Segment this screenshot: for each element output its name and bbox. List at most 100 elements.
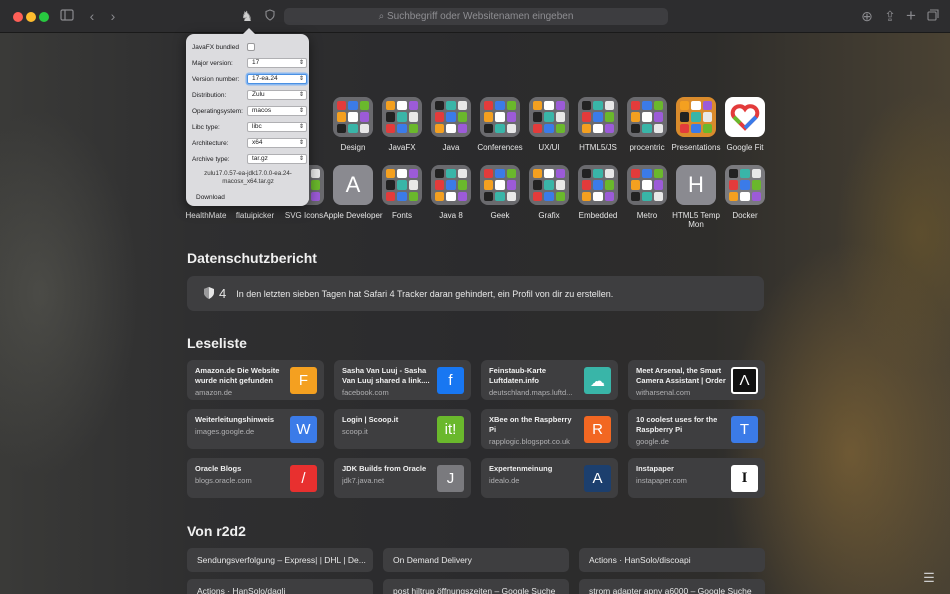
thumbnail-icon	[457, 101, 467, 111]
privacy-report-card[interactable]: 4 In den letzten sieben Tagen hat Safari…	[187, 276, 764, 311]
reading-list-item[interactable]: Meet Arsenal, the Smart Camera Assistant…	[628, 360, 765, 400]
icloud-tab-item[interactable]: post hiltrup öffnungszeiten – Google Suc…	[383, 579, 569, 594]
reading-list-item[interactable]: Login | Scoop.it scoop.it it!	[334, 409, 471, 449]
address-bar[interactable]: ⌕ Suchbegriff oder Websitenamen eingeben	[284, 8, 668, 25]
popover-row-label: Distribution:	[192, 92, 227, 99]
thumbnail-icon	[435, 169, 445, 179]
thumbnail-icon	[544, 180, 554, 190]
thumbnail-icon	[544, 123, 554, 133]
thumbnail-icon	[408, 112, 418, 122]
reading-item-url: idealo.de	[489, 476, 520, 485]
thumbnail-icon	[555, 123, 565, 133]
reading-item-title: JDK Builds from Oracle	[342, 464, 427, 473]
share-icon[interactable]: ⇪	[881, 8, 899, 26]
customize-start-page-icon[interactable]: ☰	[920, 570, 938, 588]
reading-item-url: instapaper.com	[636, 476, 687, 485]
thumbnail-icon	[631, 169, 641, 179]
icloud-tab-item[interactable]: Sendungsverfolgung – Express| | DHL | De…	[187, 548, 373, 572]
thumbnail-icon	[544, 191, 554, 201]
thumbnail-icon	[359, 101, 369, 111]
reading-item-url: images.google.de	[195, 427, 255, 436]
thumbnail-icon	[408, 180, 418, 190]
thumbnail-icon	[691, 112, 701, 122]
popover-row-label: Architecture:	[192, 140, 229, 147]
download-button[interactable]: Download	[196, 194, 225, 201]
back-icon[interactable]: ‹	[83, 8, 101, 26]
reading-list-item[interactable]: Sasha Van Luuj - Sasha Van Luuj shared a…	[334, 360, 471, 400]
new-tab-icon[interactable]: +	[902, 7, 920, 26]
reading-list-item[interactable]: Instapaper instapaper.com I	[628, 458, 765, 498]
downloads-icon[interactable]: ⊕	[858, 8, 876, 26]
thumbnail-icon	[386, 180, 396, 190]
reading-list-item[interactable]: Oracle Blogs blogs.oracle.com /	[187, 458, 324, 498]
favorite-item[interactable]: Docker	[715, 165, 775, 220]
icloud-tab-item[interactable]: strom adapter apny a6000 – Google Suche	[579, 579, 765, 594]
thumbnail-icon	[446, 112, 456, 122]
popover-select[interactable]: libc	[247, 122, 307, 132]
favorite-folder-icon	[725, 165, 765, 205]
popover-row: Archive type: tar.gz	[192, 154, 307, 165]
popover-select[interactable]: 17	[247, 58, 307, 68]
thumbnail-icon	[446, 123, 456, 133]
reading-item-title: 10 coolest uses for the Raspberry Pi	[636, 415, 718, 434]
icloud-tab-item[interactable]: Actions · HanSolo/discoapi	[579, 548, 765, 572]
forward-icon[interactable]: ›	[104, 8, 122, 26]
thumbnail-icon	[435, 112, 445, 122]
thumbnail-icon	[582, 101, 592, 111]
favorite-label: Google Fit	[726, 143, 764, 152]
icloud-tab-item[interactable]: On Demand Delivery	[383, 548, 569, 572]
site-icon: it!	[437, 416, 464, 443]
thumbnail-icon	[457, 180, 467, 190]
thumbnail-icon	[397, 169, 407, 179]
reading-item-title: Weiterleitungshinweis	[195, 415, 275, 424]
thumbnail-icon	[653, 112, 663, 122]
javafx-bundled-checkbox[interactable]	[247, 43, 255, 51]
jdk-download-popover: JavaFX bundled Major version: 17 Version n…	[186, 28, 309, 206]
popover-select[interactable]: Zulu	[247, 90, 307, 100]
popover-row: Distribution: Zulu	[192, 90, 307, 101]
reading-list-item[interactable]: Expertenmeinung idealo.de A	[481, 458, 618, 498]
favorite-folder-icon	[578, 165, 618, 205]
reading-list-item[interactable]: Feinstaub-Karte Luftdaten.info deutschlan…	[481, 360, 618, 400]
thumbnail-icon	[604, 101, 614, 111]
favorite-folder-icon	[578, 97, 618, 137]
thumbnail-icon	[653, 169, 663, 179]
popover-select[interactable]: macos	[247, 106, 307, 116]
reading-list-item[interactable]: XBee on the Raspberry Pi rapplogic.blogsp…	[481, 409, 618, 449]
thumbnail-icon	[484, 112, 494, 122]
site-icon: J	[437, 465, 464, 492]
popover-select[interactable]: 17-ea.24	[247, 74, 307, 84]
thumbnail-icon	[751, 169, 761, 179]
favorite-item[interactable]: Google Fit	[715, 97, 775, 152]
thumbnail-icon	[582, 123, 592, 133]
thumbnail-icon	[593, 123, 603, 133]
favorite-folder-icon	[431, 97, 471, 137]
thumbnail-icon	[533, 191, 543, 201]
safari-toolbar: ‹ › ♞ ⌕ Suchbegriff oder Websitenamen ei…	[0, 0, 950, 33]
minimize-window-button[interactable]	[26, 12, 36, 22]
extension-icon[interactable]: ♞	[238, 8, 256, 26]
zoom-window-button[interactable]	[39, 12, 49, 22]
thumbnail-icon	[397, 101, 407, 111]
thumbnail-icon	[593, 191, 603, 201]
popover-select[interactable]: tar.gz	[247, 154, 307, 164]
thumbnail-icon	[533, 180, 543, 190]
icloud-tab-item[interactable]: Actions · HanSolo/dagli	[187, 579, 373, 594]
close-window-button[interactable]	[13, 12, 23, 22]
reading-item-url: facebook.com	[342, 388, 389, 397]
thumbnail-icon	[653, 180, 663, 190]
reading-list-item[interactable]: 10 coolest uses for the Raspberry Pi goog…	[628, 409, 765, 449]
thumbnail-icon	[506, 191, 516, 201]
reading-item-title: Amazon.de Die Website wurde nicht gefund…	[195, 366, 280, 385]
tab-overview-icon[interactable]	[924, 8, 942, 26]
privacy-shield-icon[interactable]	[261, 8, 279, 26]
thumbnail-icon	[680, 123, 690, 133]
reading-list-item[interactable]: Amazon.de Die Website wurde nicht gefund…	[187, 360, 324, 400]
sidebar-icon[interactable]	[58, 8, 76, 26]
popover-select[interactable]: x64	[247, 138, 307, 148]
favorite-icon: A	[333, 165, 373, 205]
reading-list-item[interactable]: JDK Builds from Oracle jdk7.java.net J	[334, 458, 471, 498]
reading-list-item[interactable]: Weiterleitungshinweis images.google.de W	[187, 409, 324, 449]
thumbnail-icon	[484, 180, 494, 190]
thumbnail-icon	[386, 123, 396, 133]
